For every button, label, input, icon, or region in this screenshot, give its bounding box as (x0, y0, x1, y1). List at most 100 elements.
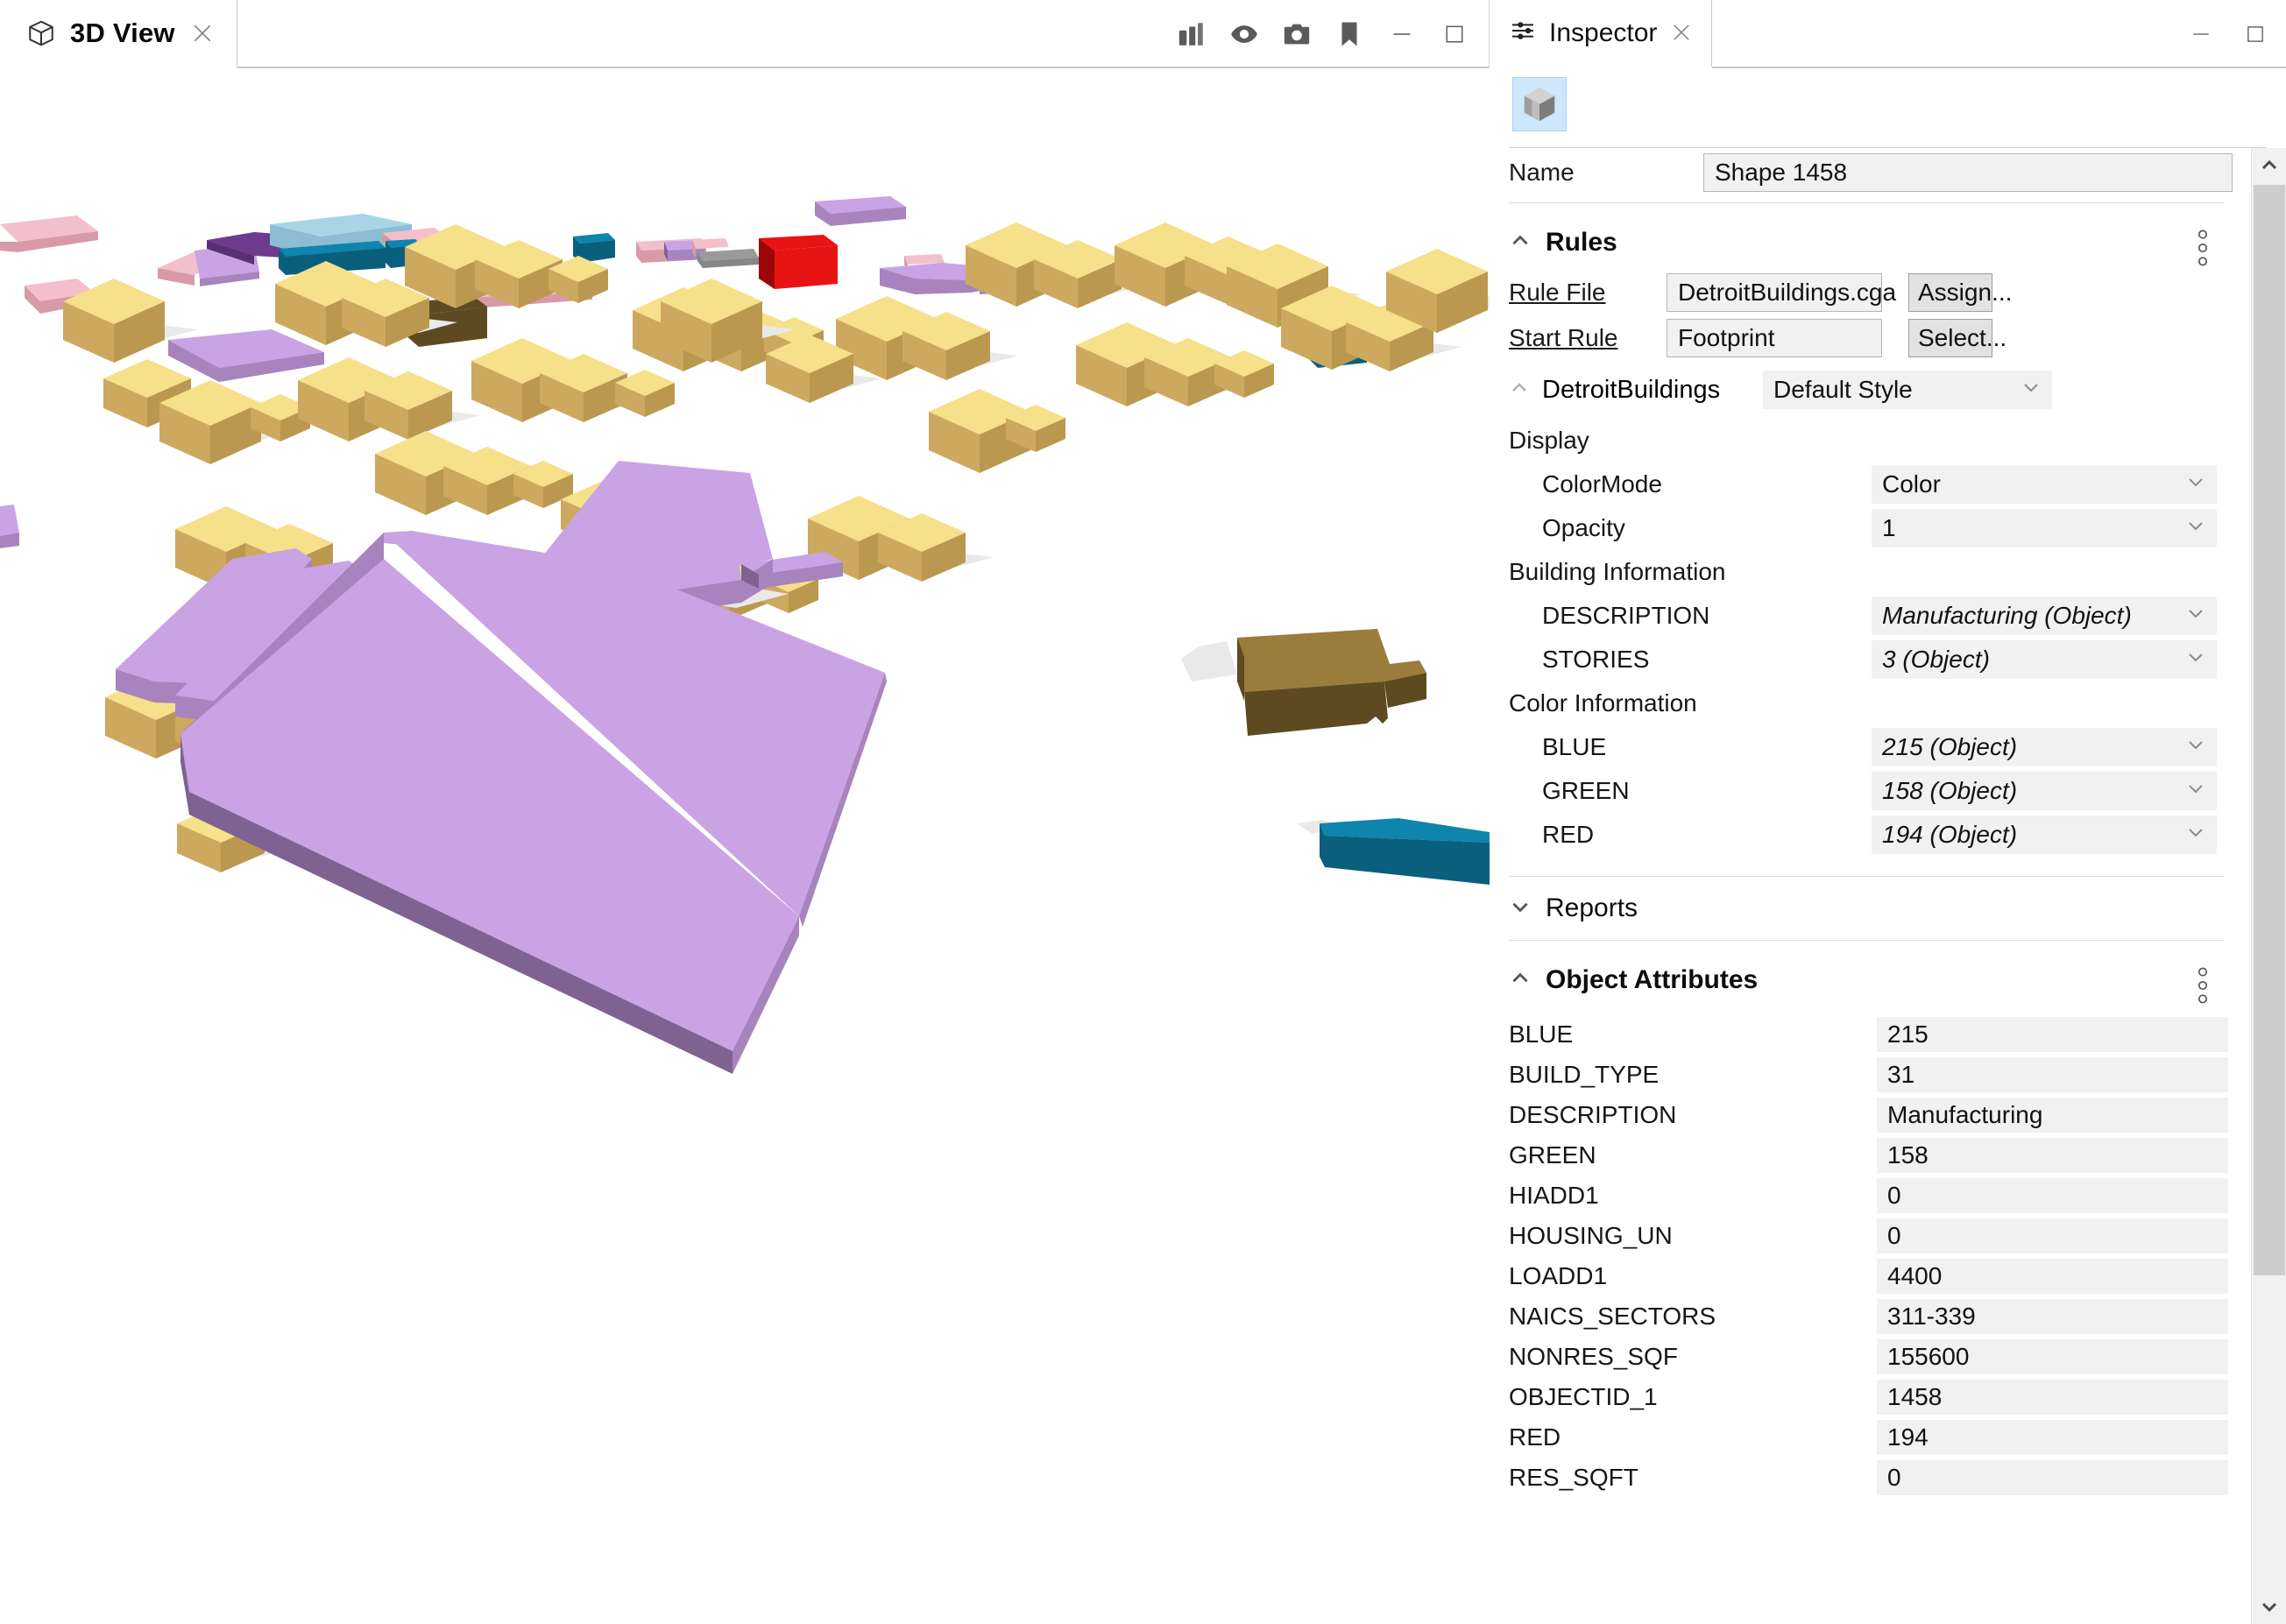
table-row[interactable]: RES_SQFT 0 (1490, 1458, 2244, 1498)
table-row[interactable]: NONRES_SQF 155600 (1490, 1337, 2244, 1377)
table-row[interactable]: LOADD1 4400 (1490, 1256, 2244, 1296)
param-row-blue: BLUE 215 (Object) (1490, 725, 2244, 769)
attr-value: 31 (1877, 1057, 2228, 1092)
start-rule-label[interactable]: Start Rule (1509, 324, 1667, 352)
rules-section-header[interactable]: Rules (1490, 215, 2244, 270)
inspector-tabbar: Inspector (1490, 0, 2286, 68)
inspector-minimize-button[interactable] (2186, 19, 2216, 49)
rule-file-input[interactable]: DetroitBuildings.cga (1667, 273, 1896, 312)
chevron-down-icon[interactable] (1509, 895, 1532, 922)
3d-view-tabbar: 3D View (0, 0, 1489, 68)
tab-3d-view-label: 3D View (70, 17, 175, 48)
attr-value: 158 (1877, 1138, 2228, 1173)
3d-view-maximize-button[interactable] (1440, 19, 1469, 49)
more-options-icon[interactable] (2197, 229, 2209, 271)
camera-icon[interactable] (1282, 19, 1312, 49)
tab-inspector[interactable]: Inspector (1490, 0, 1713, 68)
more-options-icon[interactable] (2197, 967, 2209, 1008)
param-value-opacity: 1 (1882, 514, 1896, 541)
scroll-up-button[interactable] (2252, 148, 2286, 183)
close-icon[interactable] (1669, 20, 1695, 46)
attr-name: OBJECTID_1 (1509, 1383, 1658, 1410)
rule-file-label[interactable]: Rule File (1509, 279, 1667, 307)
param-label-blue: BLUE (1542, 733, 1607, 760)
param-row-colormode: ColorMode Color (1490, 462, 2244, 506)
select-button[interactable]: Select... (1908, 319, 2006, 357)
3d-view-minimize-button[interactable] (1387, 19, 1417, 49)
assign-button[interactable]: Assign... (1908, 273, 2012, 312)
style-select[interactable]: Default Style (1763, 371, 2052, 409)
start-rule-input[interactable]: Footprint (1667, 319, 1882, 357)
param-value-stories: 3 (Object) (1882, 646, 1990, 673)
param-select-blue[interactable]: 215 (Object) (1872, 728, 2217, 766)
chevron-down-icon (2185, 470, 2206, 498)
param-select-green[interactable]: 158 (Object) (1872, 772, 2217, 810)
tab-3d-view[interactable]: 3D View (0, 0, 237, 68)
attr-name: RES_SQFT (1509, 1464, 1638, 1491)
application-window: 3D View Inspector Name Shape 1458 Rules … (0, 0, 2286, 1624)
shape-cube-icon[interactable] (1512, 76, 1567, 131)
inspector-mode-toolbar (1490, 68, 2286, 140)
table-row[interactable]: GREEN 158 (1490, 1135, 2244, 1176)
divider-after-name (1509, 202, 2225, 203)
table-row[interactable]: HOUSING_UN 0 (1490, 1216, 2244, 1256)
3d-view-toolbar (1177, 0, 1476, 68)
chevron-up-icon[interactable] (1509, 229, 1532, 257)
rule-file-row: Rule File DetroitBuildings.cga Assign... (1490, 270, 2244, 315)
3d-viewport[interactable]: .rf{fill:#f6e08a}.rf2{fill:#f0d87e} .wl{… (0, 68, 1490, 1624)
scene-geometry: .rf{fill:#f6e08a}.rf2{fill:#f0d87e} .wl{… (0, 68, 1490, 1624)
param-label-stories: STORIES (1542, 646, 1650, 673)
attr-value: 194 (1877, 1420, 2228, 1455)
table-row[interactable]: HIADD1 0 (1490, 1176, 2244, 1216)
param-value-green: 158 (Object) (1882, 777, 2018, 804)
table-row[interactable]: OBJECTID_1 1458 (1490, 1377, 2244, 1417)
attr-name: HOUSING_UN (1509, 1222, 1673, 1249)
reports-section-title: Reports (1546, 893, 1638, 922)
reports-section-header[interactable]: Reports (1490, 877, 2244, 940)
table-row[interactable]: DESCRIPTION Manufacturing (1490, 1095, 2244, 1135)
scroll-down-button[interactable] (2252, 1589, 2286, 1624)
chevron-up-icon[interactable] (1509, 378, 1530, 403)
attr-name: NAICS_SECTORS (1509, 1303, 1716, 1330)
inspector-scrollbar[interactable] (2251, 148, 2286, 1624)
chevron-down-icon (2185, 777, 2206, 805)
eye-icon[interactable] (1229, 19, 1259, 49)
chevron-down-icon (2185, 821, 2206, 849)
param-label-red: RED (1542, 821, 1595, 848)
rules-section-title: Rules (1546, 228, 1617, 257)
param-value-colormode: Color (1882, 470, 1941, 498)
attr-value: 0 (1877, 1178, 2228, 1213)
group-label-color-information: Color Information (1509, 689, 1697, 717)
table-row[interactable]: RED 194 (1490, 1417, 2244, 1458)
object-attributes-table: BLUE 215 BUILD_TYPE 31 DESCRIPTION Manuf… (1490, 1014, 2244, 1498)
object-attributes-section-header[interactable]: Object Attributes (1490, 953, 2244, 1007)
param-row-opacity: Opacity 1 (1490, 506, 2244, 550)
param-value-red: 194 (Object) (1882, 821, 2018, 848)
layers-icon[interactable] (1177, 19, 1207, 49)
name-input[interactable]: Shape 1458 (1703, 153, 2233, 192)
cube-icon (26, 18, 56, 48)
table-row[interactable]: BLUE 215 (1490, 1014, 2244, 1055)
style-rule-name[interactable]: DetroitBuildings (1542, 376, 1763, 405)
param-select-stories[interactable]: 3 (Object) (1872, 640, 2217, 679)
style-row: DetroitBuildings Default Style (1490, 361, 2244, 419)
scrollbar-thumb[interactable] (2254, 185, 2285, 1275)
inspector-maximize-button[interactable] (2240, 19, 2270, 49)
param-select-description[interactable]: Manufacturing (Object) (1872, 597, 2217, 635)
attr-value: Manufacturing (1877, 1098, 2228, 1133)
table-row[interactable]: NAICS_SECTORS 311-339 (1490, 1296, 2244, 1337)
attr-value: 4400 (1877, 1259, 2228, 1294)
group-label-building-information: Building Information (1509, 558, 1726, 585)
param-label-colormode: ColorMode (1542, 470, 1662, 498)
param-select-opacity[interactable]: 1 (1872, 509, 2217, 547)
param-label-green: GREEN (1542, 777, 1630, 804)
param-select-red[interactable]: 194 (Object) (1872, 816, 2217, 854)
bookmark-icon[interactable] (1334, 19, 1364, 49)
attr-name: LOADD1 (1509, 1262, 1608, 1289)
param-select-colormode[interactable]: Color (1872, 465, 2217, 504)
table-row[interactable]: BUILD_TYPE 31 (1490, 1055, 2244, 1095)
close-icon[interactable] (189, 20, 216, 46)
param-row-green: GREEN 158 (Object) (1490, 769, 2244, 813)
chevron-up-icon[interactable] (1509, 967, 1532, 994)
rules-groups: Display ColorMode Color Opacity 1 Buildi… (1490, 419, 2244, 857)
